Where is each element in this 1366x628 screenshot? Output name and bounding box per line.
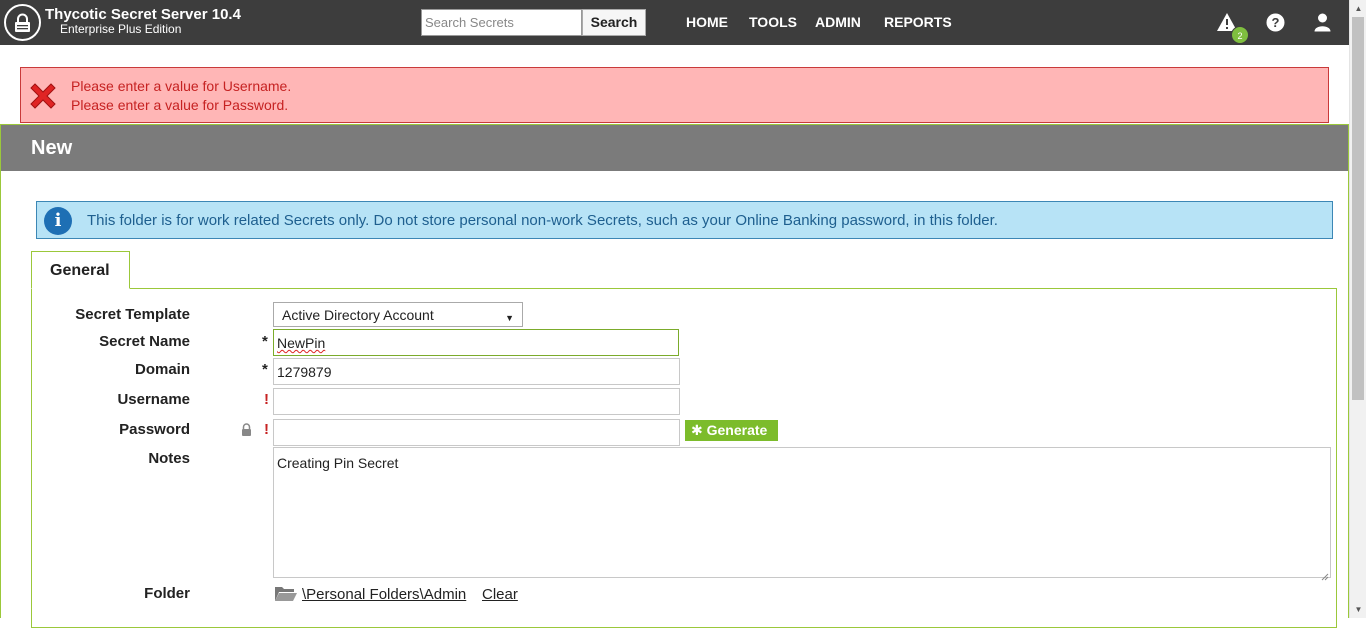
lock-logo-icon[interactable] bbox=[4, 4, 41, 41]
error-message: Please enter a value for Username. bbox=[71, 78, 292, 94]
info-message-box: i This folder is for work related Secret… bbox=[36, 201, 1333, 239]
folder-path-link[interactable]: \Personal Folders\Admin bbox=[302, 586, 466, 603]
page-title: New bbox=[31, 137, 73, 159]
info-icon: i bbox=[44, 207, 72, 235]
secret-template-value: Active Directory Account bbox=[282, 307, 434, 323]
generate-button[interactable]: ✱ Generate bbox=[685, 420, 778, 441]
info-message: This folder is for work related Secrets … bbox=[87, 212, 998, 229]
secret-template-label: Secret Template bbox=[75, 306, 190, 323]
help-icon[interactable]: ? bbox=[1266, 13, 1285, 37]
notes-textarea[interactable]: Creating Pin Secret bbox=[273, 447, 1331, 581]
error-message: Please enter a value for Password. bbox=[71, 97, 289, 113]
nav-home[interactable]: HOME bbox=[686, 14, 728, 31]
nav-admin[interactable]: ADMIN bbox=[815, 14, 861, 31]
secret-name-input[interactable]: NewPin bbox=[273, 329, 679, 356]
secret-name-label: Secret Name bbox=[99, 333, 190, 350]
folder-open-icon[interactable] bbox=[274, 585, 298, 607]
invalid-marker: ! bbox=[264, 391, 269, 408]
scroll-down-arrow-icon[interactable]: ▼ bbox=[1350, 601, 1366, 618]
required-marker: * bbox=[262, 333, 268, 350]
tab-general-label: General bbox=[50, 262, 110, 279]
clear-folder-link[interactable]: Clear bbox=[482, 586, 518, 603]
tab-general[interactable]: General bbox=[31, 251, 130, 289]
secret-template-select[interactable]: Active Directory Account ▼ bbox=[273, 302, 523, 327]
panel-header: New bbox=[1, 125, 1348, 171]
dropdown-arrow-icon: ▼ bbox=[505, 313, 514, 323]
validation-error-box: Please enter a value for Username. Pleas… bbox=[20, 67, 1329, 123]
folder-label: Folder bbox=[144, 585, 190, 602]
invalid-marker: ! bbox=[264, 421, 269, 438]
app-title: Thycotic Secret Server 10.4 bbox=[45, 6, 241, 23]
username-input[interactable] bbox=[273, 388, 680, 415]
notes-label: Notes bbox=[148, 450, 190, 467]
nav-reports[interactable]: REPORTS bbox=[884, 14, 952, 31]
nav-tools[interactable]: TOOLS bbox=[749, 14, 797, 31]
svg-text:?: ? bbox=[1272, 15, 1280, 30]
search-input[interactable] bbox=[421, 9, 582, 36]
password-label: Password bbox=[119, 421, 190, 438]
required-marker: * bbox=[262, 361, 268, 378]
page-scrollbar[interactable]: ▲ ▼ bbox=[1349, 0, 1366, 618]
search-button[interactable]: Search bbox=[582, 9, 646, 36]
asterisk-icon: ✱ bbox=[691, 422, 703, 438]
error-x-icon bbox=[28, 81, 58, 116]
app-edition: Enterprise Plus Edition bbox=[60, 22, 182, 36]
domain-input[interactable]: 1279879 bbox=[273, 358, 680, 385]
top-navigation-bar: Thycotic Secret Server 10.4 Enterprise P… bbox=[0, 0, 1349, 45]
scrollbar-thumb[interactable] bbox=[1352, 17, 1364, 400]
scroll-up-arrow-icon[interactable]: ▲ bbox=[1350, 0, 1366, 17]
notes-value: Creating Pin Secret bbox=[277, 455, 399, 471]
domain-label: Domain bbox=[134, 361, 190, 378]
username-label: Username bbox=[117, 391, 190, 408]
password-input[interactable] bbox=[273, 419, 680, 446]
resize-grip-icon[interactable] bbox=[1321, 568, 1329, 581]
secret-name-value: NewPin bbox=[277, 335, 326, 351]
domain-value: 1279879 bbox=[277, 364, 332, 380]
lock-icon bbox=[241, 423, 252, 441]
user-icon[interactable] bbox=[1314, 13, 1331, 37]
notification-count-badge[interactable]: 2 bbox=[1231, 26, 1249, 44]
generate-label: Generate bbox=[706, 422, 768, 438]
